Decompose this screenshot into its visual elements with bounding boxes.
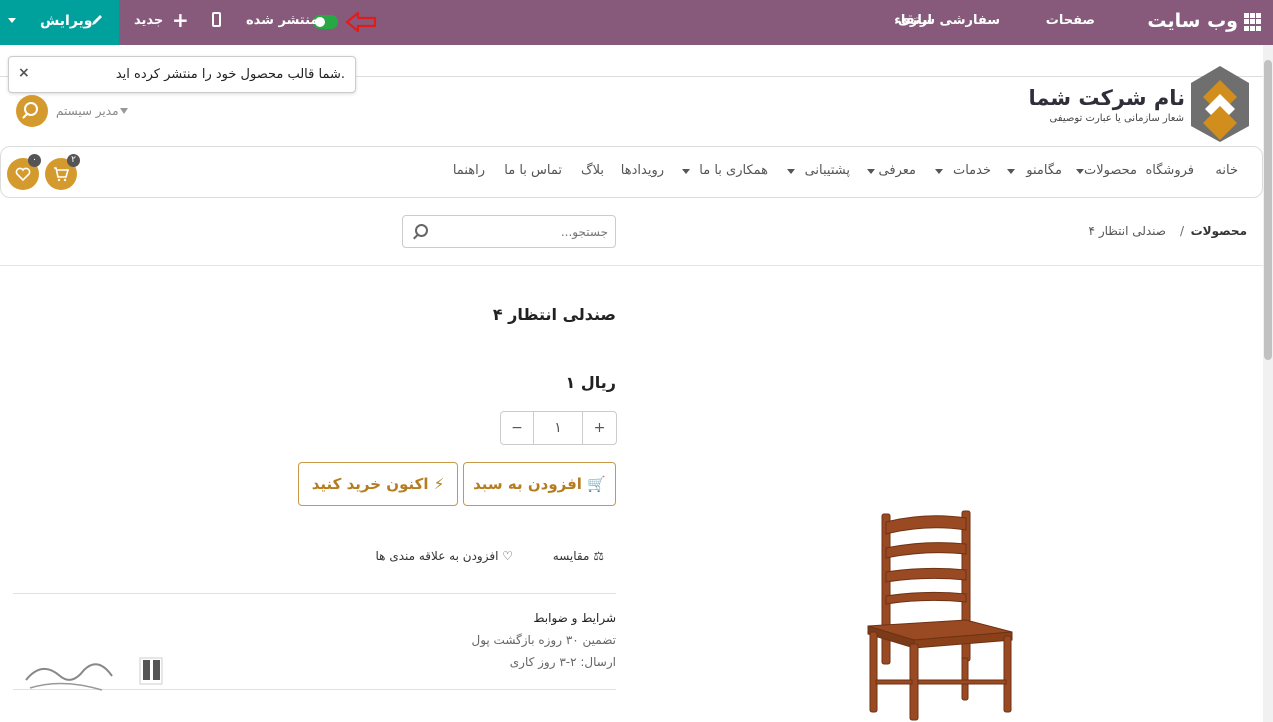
lightning-icon: ⚡ — [433, 475, 445, 493]
breadcrumb-current: صندلی انتظار ۴ — [1088, 224, 1166, 238]
nav-products[interactable]: محصولات — [1084, 163, 1137, 178]
quantity-stepper: − ۱ + — [500, 411, 617, 445]
chevron-down-icon[interactable] — [8, 18, 16, 23]
buy-now-button[interactable]: اکنون خرید کنید ⚡ — [298, 462, 458, 506]
plus-icon[interactable]: + — [172, 8, 189, 32]
close-icon[interactable]: × — [18, 65, 30, 81]
cart-icon — [54, 167, 70, 182]
new-button[interactable]: جدید — [134, 13, 163, 28]
chevron-down-icon[interactable] — [867, 169, 875, 174]
heart-icon — [15, 167, 31, 182]
add-to-cart-label: افزودن به سبد — [473, 475, 582, 493]
search-box — [402, 215, 616, 248]
cart-count-badge: ۲ — [67, 154, 80, 167]
chevron-down-icon[interactable] — [787, 169, 795, 174]
divider — [13, 593, 616, 594]
apps-grid-icon[interactable] — [1244, 13, 1262, 31]
nav-shop[interactable]: فروشگاه — [1145, 163, 1194, 178]
nav-cooperation[interactable]: همکاری با ما — [699, 163, 768, 178]
product-price: ۱ ریال — [565, 373, 616, 392]
nav-events[interactable]: رویدادها — [621, 163, 664, 178]
terms-line: تضمین ۳۰ روزه بازگشت پول — [471, 633, 616, 647]
scale-icon: ⚖ — [593, 549, 604, 563]
notification-toast: × شما قالب محصول خود را منتشر کرده اید. — [8, 56, 356, 93]
menu-pages[interactable]: صفحات — [1046, 13, 1095, 28]
company-slogan: شعار سازمانی یا عبارت توصیفی — [1049, 113, 1184, 124]
wishlist-label: افزودن به علاقه مندی ها — [375, 549, 499, 563]
compare-link[interactable]: مقایسه ⚖ — [553, 549, 604, 563]
edit-button[interactable]: ویرایش — [0, 0, 119, 45]
wishlist-link[interactable]: افزودن به علاقه مندی ها ♡ — [376, 549, 513, 563]
nav-megamenu[interactable]: مگامنو — [1026, 163, 1062, 178]
page-scrollbar[interactable] — [1263, 45, 1273, 722]
nav-home[interactable]: خانه — [1215, 163, 1238, 178]
buy-now-label: اکنون خرید کنید — [311, 475, 429, 493]
breadcrumb-separator: / — [1179, 224, 1184, 238]
nav-services[interactable]: خدمات — [953, 163, 991, 178]
edit-label: ویرایش — [40, 13, 93, 29]
decrease-quantity-button[interactable]: − — [501, 412, 534, 444]
search-icon[interactable] — [16, 95, 48, 127]
content-divider — [0, 265, 1263, 266]
compare-label: مقایسه — [552, 549, 590, 563]
breadcrumb-root[interactable]: محصولات — [1191, 224, 1247, 238]
user-menu[interactable]: مدیر سیستم — [56, 104, 119, 118]
nav-help[interactable]: راهنما — [453, 163, 485, 178]
toast-message: شما قالب محصول خود را منتشر کرده اید. — [115, 67, 345, 82]
app-title: وب سایت — [1147, 10, 1238, 32]
add-to-cart-button[interactable]: افزودن به سبد 🛒 — [463, 462, 616, 506]
scrollbar-thumb[interactable] — [1264, 60, 1272, 360]
chevron-down-icon[interactable] — [1007, 169, 1015, 174]
cart-icon: 🛒 — [587, 475, 606, 493]
nav-about[interactable]: معرفی — [879, 163, 916, 178]
nav-contact[interactable]: تماس با ما — [504, 163, 562, 178]
menu-upgrade[interactable]: ارتقاء — [894, 13, 932, 28]
mobile-preview-icon[interactable] — [212, 12, 221, 27]
chevron-down-icon[interactable] — [935, 169, 943, 174]
increase-quantity-button[interactable]: + — [583, 412, 616, 444]
odoo-top-bar: وب سایت صفحات سفارشی سازی ارتقاء منتشر ش… — [0, 0, 1273, 45]
nav-blog[interactable]: بلاگ — [581, 163, 604, 178]
terms-line: ارسال: ۲-۳ روز کاری — [509, 655, 616, 669]
search-icon[interactable] — [415, 224, 428, 237]
chevron-down-icon[interactable] — [682, 169, 690, 174]
search-input[interactable] — [438, 216, 608, 247]
chevron-down-icon[interactable] — [120, 108, 128, 114]
main-navigation: خانه فروشگاه محصولات مگامنو خدمات معرفی … — [0, 146, 1263, 198]
published-label: منتشر شده — [246, 13, 319, 28]
quantity-input[interactable]: ۱ — [534, 412, 583, 444]
watermark-logo — [25, 657, 163, 691]
nav-support[interactable]: پشتیبانی — [805, 163, 850, 178]
company-name: نام شرکت شما — [1028, 86, 1185, 110]
wishlist-count-badge: ۰ — [28, 154, 41, 167]
chevron-down-icon[interactable] — [1076, 169, 1084, 174]
product-image[interactable] — [862, 508, 1022, 722]
pencil-icon — [92, 15, 102, 25]
heart-icon: ♡ — [502, 549, 513, 563]
product-title: صندلی انتظار ۴ — [492, 305, 616, 324]
red-arrow-annotation-icon — [345, 11, 377, 33]
terms-title: شرایط و ضوابط — [533, 611, 616, 625]
